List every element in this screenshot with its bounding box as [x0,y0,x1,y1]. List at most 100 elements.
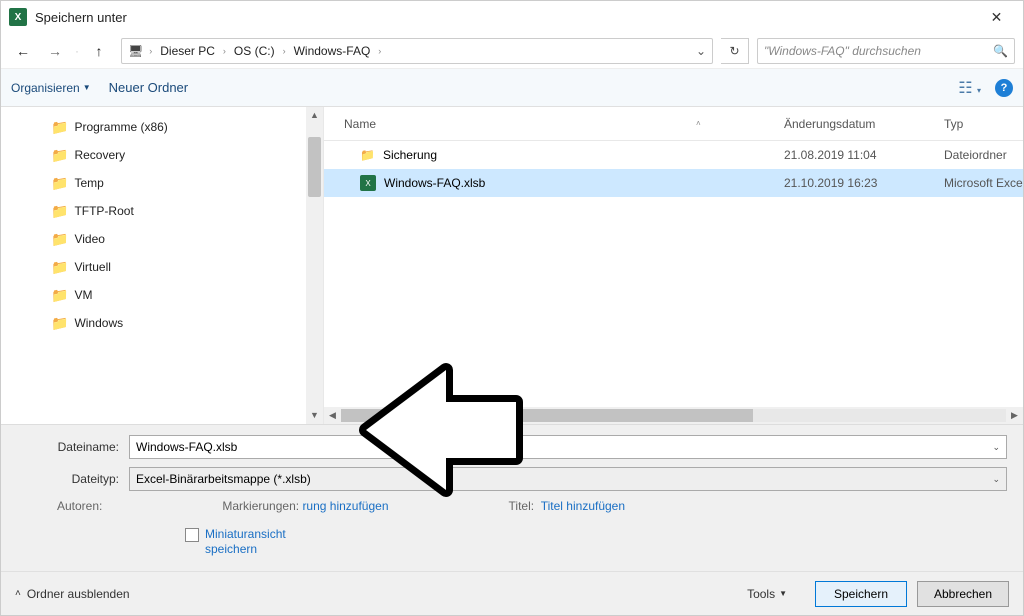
tree-item-label: VM [74,288,92,302]
tree-item-label: Windows [74,316,123,330]
up-button[interactable]: ↑ [85,37,113,65]
save-button[interactable]: Speichern [815,581,907,607]
horizontal-scrollbar[interactable]: ◀ ▶ [324,407,1023,424]
back-button[interactable]: ← [9,37,37,65]
file-date: 21.10.2019 16:23 [784,176,944,190]
folder-icon: 📁 [51,175,68,192]
scroll-left-icon[interactable]: ◀ [324,410,341,421]
search-icon: 🔍 [993,44,1008,58]
folder-icon: 📁 [51,203,68,220]
breadcrumb[interactable]: OS (C:) [232,44,277,58]
sidebar-scrollbar[interactable]: ▲ ▼ [306,107,323,424]
search-input[interactable]: "Windows-FAQ" durchsuchen 🔍 [757,38,1015,64]
organize-button[interactable]: Organisieren▼ [11,81,91,95]
refresh-button[interactable]: ↻ [721,38,749,64]
file-name: Windows-FAQ.xlsb [384,176,485,190]
scroll-thumb[interactable] [341,409,753,422]
file-row[interactable]: 📁 Sicherung 21.08.2019 11:04Dateiordner [324,141,1023,169]
folder-icon: 📁 [51,259,68,276]
tree-item-label: Programme (x86) [74,120,167,134]
title-label: Titel: [509,499,535,513]
file-row[interactable]: X Windows-FAQ.xlsb 21.10.2019 16:23Microso… [324,169,1023,197]
filename-label: Dateiname: [17,440,129,454]
tags-label: Markierungen: [222,499,299,513]
file-name: Sicherung [383,148,437,162]
close-button[interactable]: ✕ [974,2,1019,32]
titlebar: X Speichern unter ✕ [1,1,1023,33]
column-date[interactable]: Änderungsdatum [784,117,944,131]
folder-icon: 📁 [51,231,68,248]
file-panel: Name˄ Änderungsdatum Typ 📁 Sicherung 21.08… [323,107,1023,424]
folder-icon: 📁 [51,147,68,164]
window-title: Speichern unter [35,10,974,25]
folder-icon: 📁 [360,148,375,162]
sort-caret-icon: ˄ [696,119,701,128]
chevron-up-icon: ˄ [15,588,21,599]
navbar: ← → · ↑ 🖥 › Dieser PC › OS (C:) › Window… [1,33,1023,69]
scroll-thumb[interactable] [308,137,321,197]
save-form: Dateiname: Windows-FAQ.xlsb⌄ Dateityp: E… [1,424,1023,571]
forward-button[interactable]: → [41,37,69,65]
chevron-down-icon: ▼ [83,83,91,92]
file-date: 21.08.2019 11:04 [784,148,944,162]
chevron-right-icon[interactable]: › [378,46,381,56]
folder-icon: 📁 [51,315,68,332]
address-bar[interactable]: 🖥 › Dieser PC › OS (C:) › Windows-FAQ › … [121,38,713,64]
chevron-right-icon[interactable]: › [223,46,226,56]
breadcrumb[interactable]: Dieser PC [158,44,217,58]
file-type: Microsoft Excel-Bin [944,176,1023,190]
tree-item[interactable]: 📁 Programme (x86) [1,113,323,141]
tree-item[interactable]: 📁 TFTP-Root [1,197,323,225]
chevron-down-icon[interactable]: ⌄ [992,474,1000,485]
hide-folders-button[interactable]: ˄ Ordner ausblenden [15,587,130,601]
filetype-label: Dateityp: [17,472,129,486]
chevron-down-icon[interactable]: ⌄ [696,44,706,58]
authors-label: Autoren: [57,499,102,513]
add-title-link[interactable]: Titel hinzufügen [541,499,625,513]
chevron-down-icon: ▼ [779,589,787,598]
thumbnail-checkbox[interactable] [185,528,199,542]
column-name[interactable]: Name˄ [324,117,784,131]
file-list[interactable]: 📁 Sicherung 21.08.2019 11:04Dateiordner X Wi… [324,141,1023,407]
body: 📁 Programme (x86) 📁 Recovery 📁 Temp 📁 TFTP-Root… [1,107,1023,424]
chevron-right-icon[interactable]: › [149,46,152,56]
toolbar: Organisieren▼ Neuer Ordner ☷ ▾ ? [1,69,1023,107]
new-folder-button[interactable]: Neuer Ordner [109,80,188,95]
filetype-dropdown[interactable]: Excel-Binärarbeitsmappe (*.xlsb)⌄ [129,467,1007,491]
file-type: Dateiordner [944,148,1023,162]
scroll-down-icon[interactable]: ▼ [306,407,323,424]
scroll-up-icon[interactable]: ▲ [306,107,323,124]
help-button[interactable]: ? [995,79,1013,97]
excel-icon: X [9,8,27,26]
scroll-right-icon[interactable]: ▶ [1006,410,1023,421]
view-options-button[interactable]: ☷ ▾ [958,78,981,98]
folder-icon: 📁 [51,287,68,304]
tree-item-label: Temp [74,176,103,190]
tree-item[interactable]: 📁 VM [1,281,323,309]
column-type[interactable]: Typ [944,117,1023,131]
tools-dropdown[interactable]: Tools▼ [747,587,787,601]
bottom-bar: ˄ Ordner ausblenden Tools▼ Speichern Abb… [1,571,1023,615]
tree-item-label: Video [74,232,104,246]
save-as-dialog: X Speichern unter ✕ ← → · ↑ 🖥 › Dieser P… [0,0,1024,616]
breadcrumb[interactable]: Windows-FAQ [292,44,373,58]
tree-item[interactable]: 📁 Temp [1,169,323,197]
tree-item[interactable]: 📁 Recovery [1,141,323,169]
filename-input[interactable]: Windows-FAQ.xlsb⌄ [129,435,1007,459]
tree-item-label: Virtuell [74,260,110,274]
thumbnail-label[interactable]: Miniaturansicht speichern [205,527,286,557]
folder-tree[interactable]: 📁 Programme (x86) 📁 Recovery 📁 Temp 📁 TFTP-Root… [1,107,323,424]
excel-file-icon: X [360,175,376,191]
tree-item[interactable]: 📁 Virtuell [1,253,323,281]
folder-icon: 📁 [51,119,68,136]
tree-item[interactable]: 📁 Windows [1,309,323,337]
search-placeholder: "Windows-FAQ" durchsuchen [764,44,993,58]
cancel-button[interactable]: Abbrechen [917,581,1009,607]
tree-item[interactable]: 📁 Video [1,225,323,253]
chevron-down-icon[interactable]: ⌄ [992,442,1000,453]
column-headers: Name˄ Änderungsdatum Typ [324,107,1023,141]
tree-item-label: Recovery [74,148,125,162]
chevron-right-icon[interactable]: › [283,46,286,56]
tree-item-label: TFTP-Root [74,204,133,218]
add-tag-link[interactable]: rung hinzufügen [302,499,388,513]
